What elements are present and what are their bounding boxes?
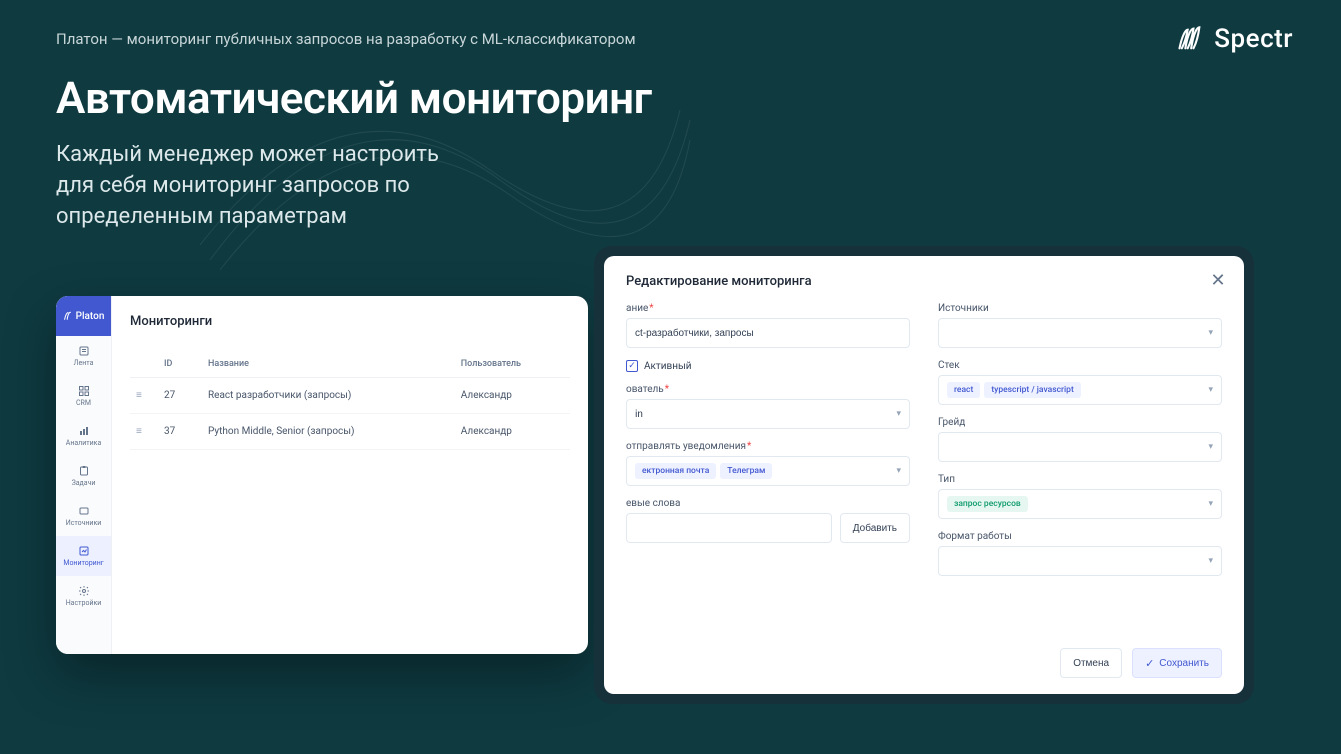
drag-handle-icon[interactable]: ≡ xyxy=(136,426,140,437)
keywords-label: евые слова xyxy=(626,498,910,509)
cell-user: Александр xyxy=(455,414,570,450)
crm-icon xyxy=(78,385,90,397)
monitoring-list-panel: Platon Лента CRM Аналитика Задачи xyxy=(56,296,588,654)
col-id: ID xyxy=(158,351,202,378)
modal-col-right: Источники ▾ Стек react typescript / java… xyxy=(938,303,1222,638)
stack-select[interactable]: react typescript / javascript ▾ xyxy=(938,375,1222,405)
user-label: ователь* xyxy=(626,384,910,395)
save-button[interactable]: ✓ Сохранить xyxy=(1132,648,1222,678)
format-label: Формат работы xyxy=(938,531,1222,542)
gear-icon xyxy=(78,585,90,597)
type-label: Тип xyxy=(938,474,1222,485)
brand-name: Spectr xyxy=(1214,24,1293,54)
chevron-down-icon: ▾ xyxy=(1208,499,1213,509)
sidebar-item-label: Задачи xyxy=(72,479,96,487)
chip-email: ектронная почта xyxy=(635,463,716,479)
panel-content: Мониторинги ID Название Пользователь ≡ 2… xyxy=(112,296,588,654)
sidebar: Platon Лента CRM Аналитика Задачи xyxy=(56,296,112,654)
stack-label: Стек xyxy=(938,360,1222,371)
keywords-input[interactable] xyxy=(626,513,832,543)
page-subtitle: Каждый менеджер может настроить для себя… xyxy=(56,140,476,232)
modal-footer: Отмена ✓ Сохранить xyxy=(626,648,1222,678)
chevron-down-icon: ▾ xyxy=(1208,442,1213,452)
sidebar-item-label: Источники xyxy=(66,519,102,527)
chevron-down-icon: ▾ xyxy=(1208,385,1213,395)
sidebar-brand[interactable]: Platon xyxy=(56,296,111,336)
platon-icon xyxy=(63,311,73,321)
monitoring-icon xyxy=(78,545,90,557)
active-label: Активный xyxy=(644,361,692,372)
cell-name: Python Middle, Senior (запросы) xyxy=(202,414,455,450)
sidebar-item-analytics[interactable]: Аналитика xyxy=(56,416,111,456)
feed-icon xyxy=(78,345,90,357)
chevron-down-icon: ▾ xyxy=(1208,556,1213,566)
notify-label: отправлять уведомления* xyxy=(626,441,910,452)
chevron-down-icon: ▾ xyxy=(1208,328,1213,338)
name-input[interactable] xyxy=(626,318,910,348)
user-select[interactable]: in ▾ xyxy=(626,399,910,429)
cell-user: Александр xyxy=(455,378,570,414)
modal-title: Редактирование мониторинга xyxy=(626,274,1222,289)
format-select[interactable]: ▾ xyxy=(938,546,1222,576)
col-user: Пользователь xyxy=(455,351,570,378)
sidebar-item-label: Лента xyxy=(74,359,94,367)
cell-id: 27 xyxy=(158,378,202,414)
col-name: Название xyxy=(202,351,455,378)
monitoring-table: ID Название Пользователь ≡ 27 React разр… xyxy=(130,351,570,450)
sidebar-brand-label: Platon xyxy=(76,311,105,322)
chevron-down-icon: ▾ xyxy=(896,466,901,476)
modal-col-left: ание* ✓ Активный ователь* in ▾ отправлят… xyxy=(626,303,910,638)
name-label: ание* xyxy=(626,303,910,314)
chip-react: react xyxy=(947,382,980,398)
grade-label: Грейд xyxy=(938,417,1222,428)
sidebar-item-monitoring[interactable]: Мониторинг xyxy=(56,536,111,576)
notify-select[interactable]: ектронная почта Телеграм ▾ xyxy=(626,456,910,486)
tasks-icon xyxy=(78,465,90,477)
table-row[interactable]: ≡ 37 Python Middle, Senior (запросы) Але… xyxy=(130,414,570,450)
chip-telegram: Телеграм xyxy=(720,463,772,479)
tagline: Платон — мониторинг публичных запросов н… xyxy=(56,30,636,48)
user-value: in xyxy=(635,409,643,420)
close-icon[interactable]: ✕ xyxy=(1208,270,1228,290)
sidebar-item-crm[interactable]: CRM xyxy=(56,376,111,416)
sidebar-item-sources[interactable]: Источники xyxy=(56,496,111,536)
sources-select[interactable]: ▾ xyxy=(938,318,1222,348)
sources-label: Источники xyxy=(938,303,1222,314)
sources-icon xyxy=(78,505,90,517)
page-title: Автоматический мониторинг xyxy=(56,72,652,124)
check-icon: ✓ xyxy=(1145,657,1154,670)
sidebar-item-label: Аналитика xyxy=(66,439,102,447)
grade-select[interactable]: ▾ xyxy=(938,432,1222,462)
sidebar-item-label: Настройки xyxy=(66,599,102,607)
table-row[interactable]: ≡ 27 React разработчики (запросы) Алекса… xyxy=(130,378,570,414)
chevron-down-icon: ▾ xyxy=(896,409,901,419)
sidebar-item-label: Мониторинг xyxy=(63,559,103,567)
sidebar-item-label: CRM xyxy=(76,399,91,407)
sidebar-item-feed[interactable]: Лента xyxy=(56,336,111,376)
active-checkbox[interactable]: ✓ xyxy=(626,360,638,372)
chip-typescript: typescript / javascript xyxy=(984,382,1080,398)
edit-monitoring-modal: Редактирование мониторинга ✕ ание* ✓ Акт… xyxy=(604,256,1244,694)
cell-id: 37 xyxy=(158,414,202,450)
analytics-icon xyxy=(78,425,90,437)
drag-handle-icon[interactable]: ≡ xyxy=(136,390,140,401)
chip-request-type: запрос ресурсов xyxy=(947,496,1028,512)
cell-name: React разработчики (запросы) xyxy=(202,378,455,414)
sidebar-item-tasks[interactable]: Задачи xyxy=(56,456,111,496)
brand: Spectr xyxy=(1176,24,1293,54)
brand-logo-icon xyxy=(1176,25,1204,53)
add-button[interactable]: Добавить xyxy=(840,513,910,543)
panel-title: Мониторинги xyxy=(130,308,570,351)
sidebar-item-settings[interactable]: Настройки xyxy=(56,576,111,616)
type-select[interactable]: запрос ресурсов ▾ xyxy=(938,489,1222,519)
modal-container: Редактирование мониторинга ✕ ание* ✓ Акт… xyxy=(594,246,1254,704)
cancel-button[interactable]: Отмена xyxy=(1060,648,1122,678)
